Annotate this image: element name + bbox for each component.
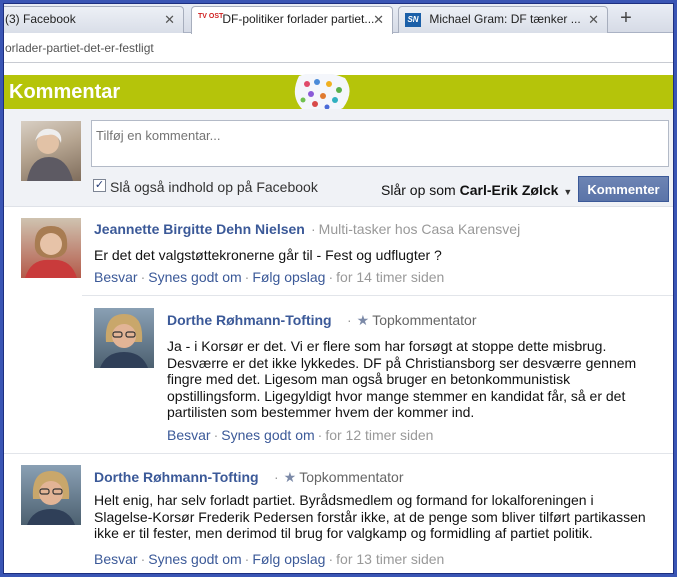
also-post-label: Slå også indhold op på Facebook [110, 179, 318, 195]
posting-as-prefix: Slår op som [381, 182, 460, 198]
new-tab-icon[interactable]: + [614, 7, 638, 31]
page-title: Kommentar [9, 81, 121, 103]
reply-link[interactable]: Besvar [94, 269, 138, 285]
comment-author-meta: · ★ Topkommentator [347, 312, 477, 328]
person-photo-icon [100, 314, 148, 368]
address-bar[interactable]: orlader-partiet-det-er-festligt [4, 33, 673, 63]
comment-timestamp: for 12 timer siden [325, 427, 434, 443]
person-photo-icon [27, 128, 73, 181]
comment-actions: Besvar · Synes godt om · for 12 timer siden [167, 427, 434, 443]
dropdown-caret-icon: ▼ [563, 187, 573, 197]
comment-author-meta: · Multi-tasker hos Casa Karensvej [311, 221, 521, 237]
comment-composer: ✓ Slå også indhold op på Facebook Slår o… [4, 109, 673, 207]
avatar [21, 218, 81, 278]
avatar [21, 465, 81, 525]
tab-label: DF-politiker forlader partiet... [222, 12, 375, 27]
comment-body: Er det det valgstøttekronerne går til - … [94, 247, 442, 263]
person-photo-icon [27, 471, 75, 525]
like-link[interactable]: Synes godt om [148, 551, 241, 567]
comment-body: Helt enig, har selv forladt partiet. Byr… [94, 492, 646, 541]
comment-body: Ja - i Korsør er det. Vi er flere som ha… [167, 338, 637, 420]
also-post-checkbox[interactable]: ✓ [93, 179, 106, 192]
follow-post-link[interactable]: Følg opslag [252, 269, 325, 285]
comment-input[interactable] [91, 120, 669, 167]
balloon-graphic-icon [294, 74, 350, 114]
comment-author-link[interactable]: Jeannette Birgitte Dehn Nielsen [94, 221, 305, 237]
tab-label: (3) Facebook [5, 12, 76, 27]
divider [82, 295, 673, 296]
tab-label: Michael Gram: DF tænker ... [429, 12, 581, 27]
author-meta-text: Multi-tasker hos Casa Karensvej [318, 221, 521, 237]
like-link[interactable]: Synes godt om [221, 427, 314, 443]
avatar [21, 121, 81, 181]
person-photo-icon [25, 226, 77, 278]
reply-link[interactable]: Besvar [167, 427, 211, 443]
browser-window: (3) Facebook ✕ TV OST DF-politiker forla… [3, 3, 674, 574]
comment-actions: Besvar · Synes godt om · Følg opslag · for 13 … [94, 551, 445, 567]
sn-favicon-icon: SN [405, 12, 421, 27]
follow-post-link[interactable]: Følg opslag [252, 551, 325, 567]
submit-comment-button[interactable]: Kommenter [578, 176, 669, 202]
comments-header: Kommentar [4, 74, 673, 114]
comment-author-meta: · ★ Topkommentator [274, 469, 404, 485]
tab-facebook[interactable]: (3) Facebook ✕ [4, 6, 184, 33]
comment-author-link[interactable]: Dorthe Røhmann-Tofting [94, 469, 259, 485]
divider [4, 453, 673, 454]
favicon-text: SN [407, 14, 419, 24]
author-meta-text: Topkommentator [372, 312, 477, 328]
close-icon[interactable]: ✕ [373, 7, 384, 32]
tab-strip: (3) Facebook ✕ TV OST DF-politiker forla… [4, 4, 673, 34]
star-icon: ★ [283, 469, 297, 485]
comment-timestamp: for 14 timer siden [336, 269, 445, 285]
tv2-ost-favicon-icon: TV OST [198, 13, 223, 27]
close-icon[interactable]: ✕ [588, 7, 599, 32]
close-icon[interactable]: ✕ [164, 7, 175, 32]
avatar [94, 308, 154, 368]
url-text: orlader-partiet-det-er-festligt [5, 41, 154, 55]
reply-link[interactable]: Besvar [94, 551, 138, 567]
comment-author-link[interactable]: Dorthe Røhmann-Tofting [167, 312, 332, 328]
like-link[interactable]: Synes godt om [148, 269, 241, 285]
comment-actions: Besvar · Synes godt om · Følg opslag · for 14 … [94, 269, 445, 285]
posting-as-name: Carl-Erik Zølck [459, 182, 559, 198]
star-icon: ★ [356, 312, 370, 328]
tab-michael-gram[interactable]: SN Michael Gram: DF tænker ... ✕ [398, 6, 608, 33]
author-meta-text: Topkommentator [299, 469, 404, 485]
posting-as-selector[interactable]: Slår op som Carl-Erik Zølck ▼ [381, 182, 572, 198]
comment-timestamp: for 13 timer siden [336, 551, 445, 567]
favicon-text: TV OST [198, 12, 224, 20]
tab-df-politiker[interactable]: TV OST DF-politiker forlader partiet... … [191, 6, 393, 34]
